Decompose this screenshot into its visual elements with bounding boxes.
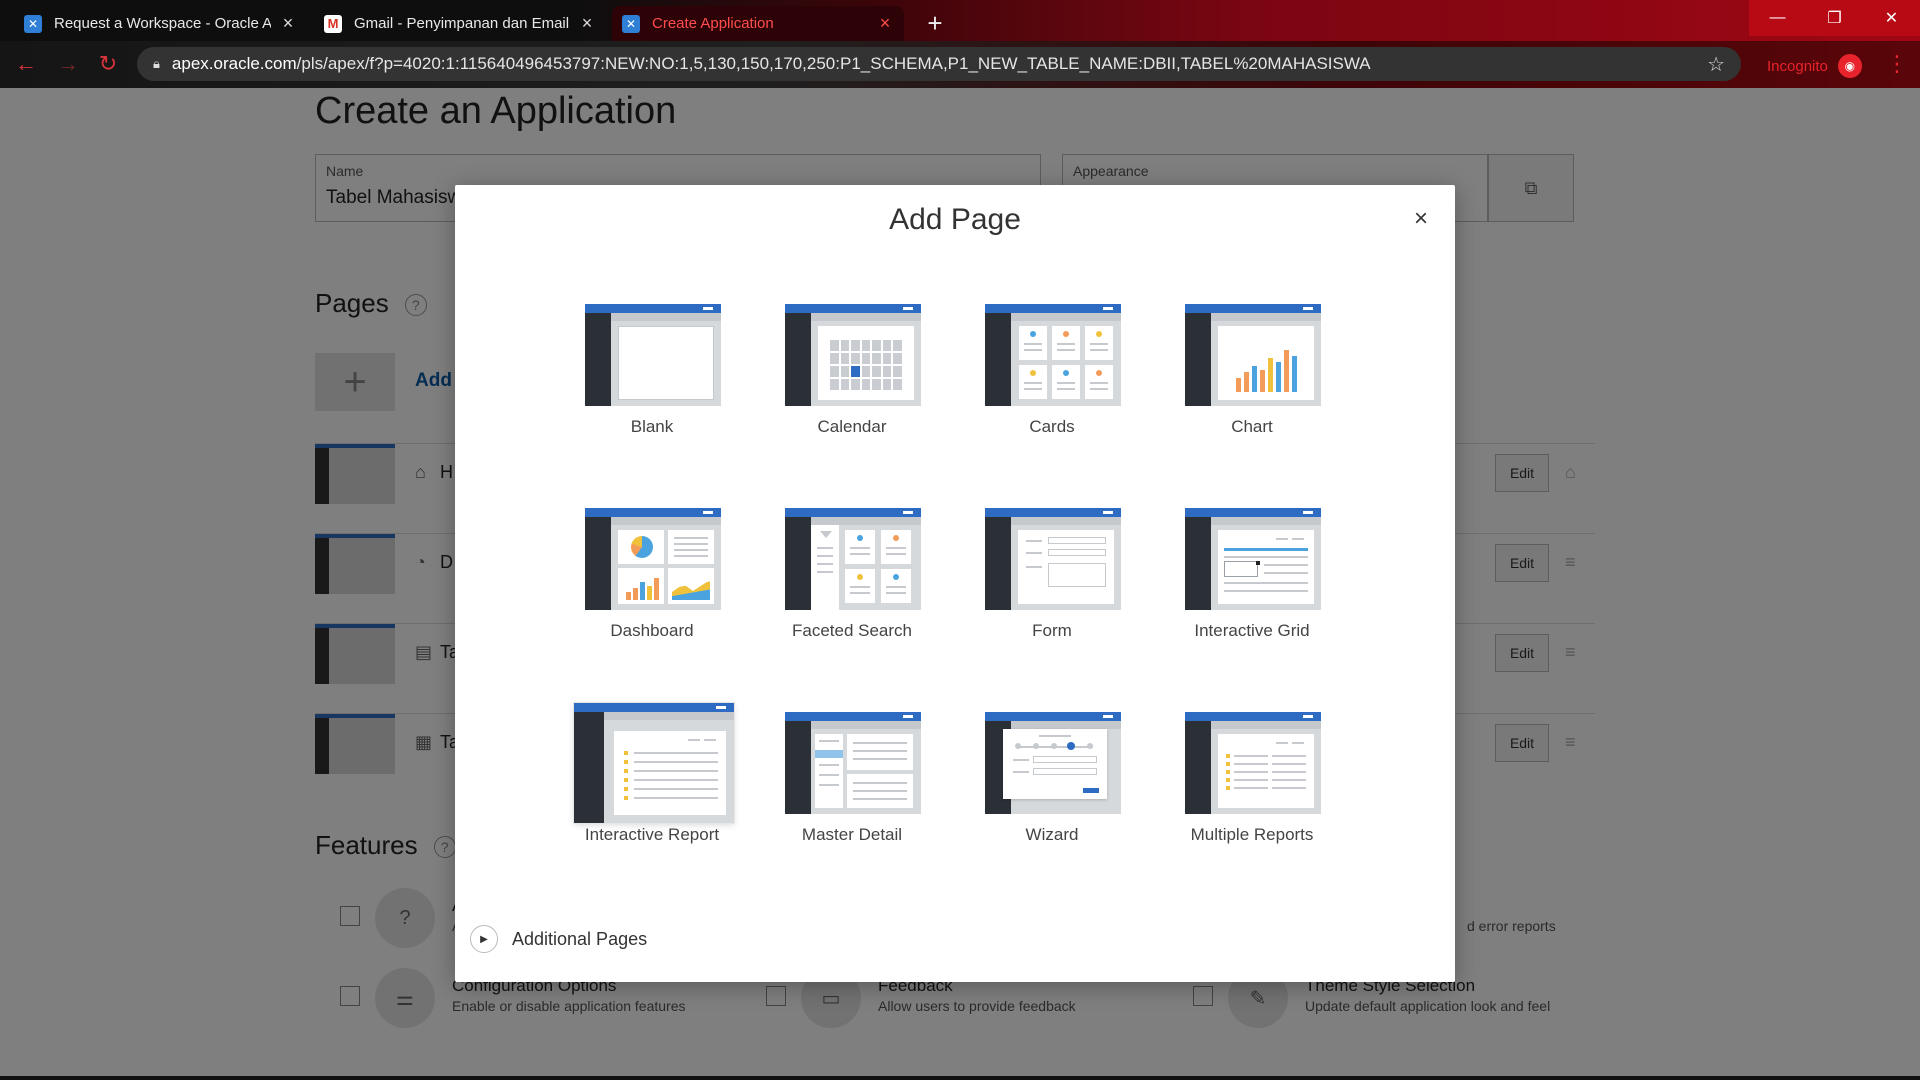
wizard-template-icon xyxy=(985,712,1121,814)
bookmark-star-icon[interactable]: ☆ xyxy=(1707,52,1725,77)
forward-icon[interactable]: → xyxy=(56,52,80,76)
cards-template-icon xyxy=(985,304,1121,406)
page-type-chart[interactable]: Chart xyxy=(1172,287,1332,457)
page-type-label: Blank xyxy=(630,417,674,436)
additional-pages-label: Additional Pages xyxy=(512,928,648,949)
master-detail-template-icon xyxy=(785,712,921,814)
faceted-search-template-icon xyxy=(785,508,921,610)
page-type-master-detail[interactable]: Master Detail xyxy=(772,695,932,865)
blank-template-icon xyxy=(585,304,721,406)
page-type-label: Master Detail xyxy=(801,825,903,844)
tab-title: Request a Workspace - Oracle Ap xyxy=(54,15,271,32)
page-type-interactive-report[interactable]: Interactive Report xyxy=(572,695,734,865)
lock-icon: 🔒︎ xyxy=(153,56,160,71)
page-type-blank[interactable]: Blank xyxy=(572,287,732,457)
interactive-report-template-icon xyxy=(574,703,734,823)
multiple-reports-template-icon xyxy=(1185,712,1321,814)
apex-icon: ✕ xyxy=(622,14,640,33)
browser-tabbar: ✕ Request a Workspace - Oracle Ap × M Gm… xyxy=(0,0,1920,41)
interactive-grid-template-icon xyxy=(1185,508,1321,610)
tab-request-workspace[interactable]: ✕ Request a Workspace - Oracle Ap × xyxy=(14,6,307,41)
page-type-label: Multiple Reports xyxy=(1190,825,1314,844)
url-path: /pls/apex/f?p=4020:1:115640496453797:NEW… xyxy=(296,54,1371,73)
tab-create-application[interactable]: ✕ Create Application × xyxy=(612,6,904,41)
form-template-icon xyxy=(985,508,1121,610)
close-icon[interactable]: × xyxy=(1409,207,1433,231)
calendar-template-icon xyxy=(785,304,921,406)
incognito-icon: ◉ xyxy=(1837,54,1862,78)
dashboard-template-icon xyxy=(585,508,721,610)
page-type-label: Wizard xyxy=(1025,825,1079,844)
page-type-label: Interactive Report xyxy=(584,825,720,844)
back-icon[interactable]: ← xyxy=(14,52,38,76)
tab-title: Create Application xyxy=(652,15,774,32)
page-type-label: Faceted Search xyxy=(791,621,912,640)
page-type-cards[interactable]: Cards xyxy=(972,287,1132,457)
close-tab-icon[interactable]: × xyxy=(578,13,596,34)
url-host: apex.oracle.com xyxy=(171,54,297,73)
gmail-icon: M xyxy=(324,14,342,33)
close-tab-icon[interactable]: × xyxy=(279,13,297,34)
page-type-label: Calendar xyxy=(817,417,887,436)
page-type-calendar[interactable]: Calendar xyxy=(772,287,932,457)
chart-template-icon xyxy=(1185,304,1321,406)
page-type-label: Cards xyxy=(1029,417,1075,436)
tab-gmail[interactable]: M Gmail - Penyimpanan dan Email C × xyxy=(314,6,606,41)
page-type-label: Chart xyxy=(1231,417,1273,436)
taskbar-edge xyxy=(0,1076,1920,1080)
page-type-label: Form xyxy=(1032,621,1072,640)
page-type-form[interactable]: Form xyxy=(972,491,1132,661)
incognito-label: Incognito xyxy=(1767,57,1828,75)
page-type-label: Dashboard xyxy=(610,621,694,640)
close-window-button[interactable]: ✕ xyxy=(1863,0,1920,36)
url-input[interactable]: 🔒︎ apex.oracle.com/pls/apex/f?p=4020:1:1… xyxy=(137,47,1741,81)
new-tab-button[interactable]: + xyxy=(922,8,948,39)
close-tab-icon[interactable]: × xyxy=(876,13,894,34)
address-bar: ← → ↻ 🔒︎ apex.oracle.com/pls/apex/f?p=40… xyxy=(0,41,1920,88)
restore-button[interactable]: ❐ xyxy=(1806,0,1863,36)
dialog-title: Add Page xyxy=(889,203,1021,236)
tab-title: Gmail - Penyimpanan dan Email C xyxy=(354,15,570,32)
reload-icon[interactable]: ↻ xyxy=(96,52,120,76)
minimize-button[interactable]: — xyxy=(1749,0,1806,36)
page-type-faceted-search[interactable]: Faceted Search xyxy=(772,491,932,661)
page-type-label: Interactive Grid xyxy=(1194,621,1310,640)
page-type-multiple-reports[interactable]: Multiple Reports xyxy=(1172,695,1332,865)
page-type-wizard[interactable]: Wizard xyxy=(972,695,1132,865)
additional-pages-toggle[interactable]: ▶ Additional Pages xyxy=(470,925,647,953)
apex-icon: ✕ xyxy=(24,14,42,33)
incognito-indicator[interactable]: Incognito ◉ xyxy=(1767,54,1862,78)
expand-triangle-icon: ▶ xyxy=(470,925,498,953)
add-page-dialog: Add Page × Blank Calendar Cards Chart Da… xyxy=(455,185,1455,982)
page-type-interactive-grid[interactable]: Interactive Grid xyxy=(1172,491,1332,661)
menu-kebab-icon[interactable]: ⋮ xyxy=(1886,51,1908,77)
page-type-dashboard[interactable]: Dashboard xyxy=(572,491,732,661)
